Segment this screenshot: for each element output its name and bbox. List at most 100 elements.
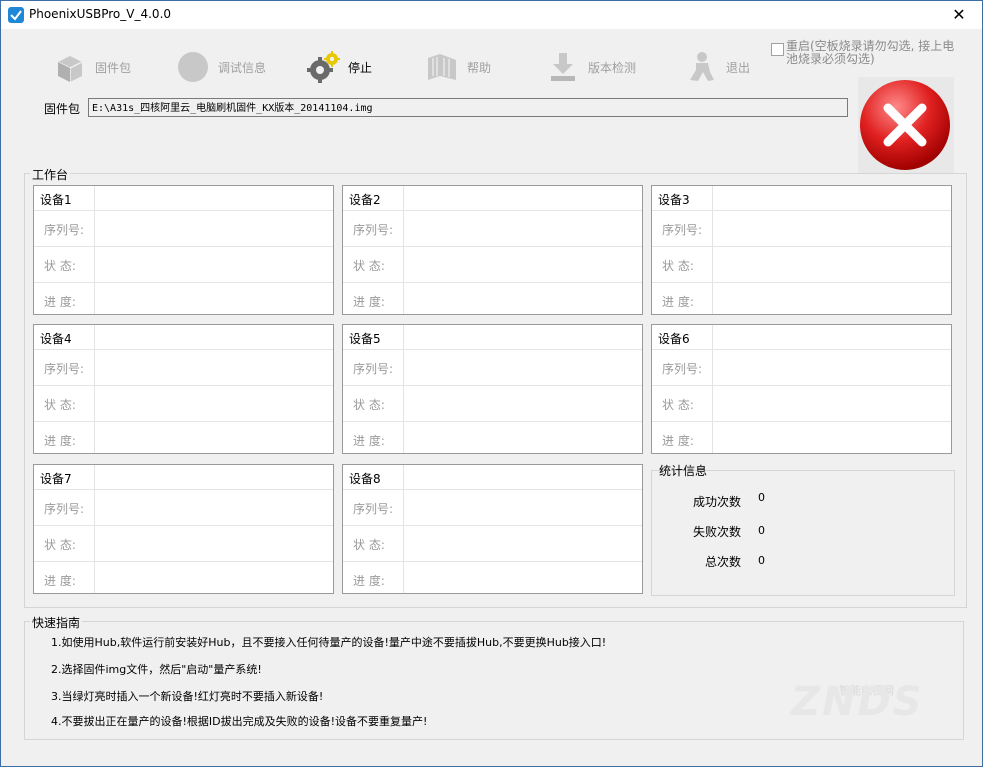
gears-icon xyxy=(306,50,340,84)
device-row-divider xyxy=(34,489,333,490)
device-row-divider xyxy=(343,246,642,247)
device-column-divider xyxy=(94,465,95,593)
device-status-label: 状 态: xyxy=(353,398,385,412)
stats-title: 统计信息 xyxy=(659,464,708,478)
device-panel-5: 设备5 序列号: 状 态: 进 度: xyxy=(342,324,643,454)
device-progress-label: 进 度: xyxy=(353,434,385,448)
workbench-title: 工作台 xyxy=(30,166,71,183)
device-serial-label: 序列号: xyxy=(662,223,703,237)
device-progress-label: 进 度: xyxy=(662,295,694,309)
device-title: 设备4 xyxy=(40,332,72,346)
device-status-label: 状 态: xyxy=(662,259,694,273)
device-panel-2: 设备2 序列号: 状 态: 进 度: xyxy=(342,185,643,315)
window-title: PhoenixUSBPro_V_4.0.0 xyxy=(29,7,172,21)
toolbar-version-button[interactable]: 版本检测 xyxy=(546,47,636,87)
device-column-divider xyxy=(403,465,404,593)
download-arrow-icon xyxy=(546,50,580,84)
book-icon xyxy=(425,50,459,84)
device-row-divider xyxy=(343,349,642,350)
toolbar-debug-label: 调试信息 xyxy=(218,60,267,75)
device-row-divider xyxy=(34,282,333,283)
person-icon xyxy=(684,50,718,84)
device-panel-3: 设备3 序列号: 状 态: 进 度: xyxy=(651,185,952,315)
app-icon xyxy=(8,7,24,23)
device-row-divider xyxy=(34,385,333,386)
device-column-divider xyxy=(94,325,95,453)
stat-success-label: 成功次数 xyxy=(692,495,741,509)
toolbar-firmware-label: 固件包 xyxy=(95,60,132,75)
toolbar-version-label: 版本检测 xyxy=(588,60,637,75)
app-window: PhoenixUSBPro_V_4.0.0 ✕ 固件包 调试信息 停止 帮助 版… xyxy=(0,0,983,767)
device-row-divider xyxy=(652,246,951,247)
reboot-checkbox-label: 重启(空板烧录请勿勾选, 接上电池烧录必须勾选) xyxy=(786,39,955,66)
firmware-label: 固件包 xyxy=(44,102,81,116)
device-row-divider xyxy=(34,561,333,562)
device-row-divider xyxy=(34,210,333,211)
device-column-divider xyxy=(94,186,95,314)
guide-item: 4.不要拔出正在量产的设备!根据ID拔出完成及失败的设备!设备不要重复量产! xyxy=(51,715,428,728)
stat-success-value: 0 xyxy=(758,491,765,504)
device-status-label: 状 态: xyxy=(44,398,76,412)
device-panel-7: 设备7 序列号: 状 态: 进 度: xyxy=(33,464,334,594)
device-serial-label: 序列号: xyxy=(44,502,85,516)
device-row-divider xyxy=(34,421,333,422)
device-row-divider xyxy=(343,561,642,562)
device-column-divider xyxy=(712,186,713,314)
device-panel-4: 设备4 序列号: 状 态: 进 度: xyxy=(33,324,334,454)
toolbar-stop-label: 停止 xyxy=(348,60,373,75)
device-status-label: 状 态: xyxy=(353,538,385,552)
reboot-checkbox[interactable] xyxy=(771,43,784,56)
device-column-divider xyxy=(403,186,404,314)
device-serial-label: 序列号: xyxy=(353,362,394,376)
stat-fail-value: 0 xyxy=(758,524,765,537)
toolbar-stop-button[interactable]: 停止 xyxy=(306,47,372,87)
guide-item: 3.当绿灯亮时插入一个新设备!红灯亮时不要插入新设备! xyxy=(51,690,324,703)
device-row-divider xyxy=(343,282,642,283)
window-close-button[interactable]: ✕ xyxy=(936,1,982,29)
device-title: 设备5 xyxy=(349,332,381,346)
stat-total-label: 总次数 xyxy=(704,555,741,569)
device-title: 设备8 xyxy=(349,472,381,486)
device-row-divider xyxy=(343,210,642,211)
big-stop-button[interactable] xyxy=(858,77,954,173)
red-x-stop-icon xyxy=(860,80,950,170)
device-status-label: 状 态: xyxy=(353,259,385,273)
toolbar-exit-label: 退出 xyxy=(726,60,751,75)
toolbar-firmware-button[interactable]: 固件包 xyxy=(53,47,131,87)
debug-circle-icon xyxy=(176,50,210,84)
device-panel-1: 设备1 序列号: 状 态: 进 度: xyxy=(33,185,334,315)
firmware-path-field[interactable]: E:\A31s_四核阿里云_电脑刷机固件_KX版本_20141104.img xyxy=(88,98,848,117)
device-progress-label: 进 度: xyxy=(353,295,385,309)
device-status-label: 状 态: xyxy=(44,538,76,552)
device-progress-label: 进 度: xyxy=(44,574,76,588)
device-status-label: 状 态: xyxy=(662,398,694,412)
device-serial-label: 序列号: xyxy=(353,502,394,516)
toolbar-help-label: 帮助 xyxy=(467,60,492,75)
device-column-divider xyxy=(712,325,713,453)
device-row-divider xyxy=(34,246,333,247)
device-status-label: 状 态: xyxy=(44,259,76,273)
device-row-divider xyxy=(343,525,642,526)
firmware-box-icon xyxy=(53,50,87,84)
device-row-divider xyxy=(343,385,642,386)
device-progress-label: 进 度: xyxy=(662,434,694,448)
device-row-divider xyxy=(343,421,642,422)
device-serial-label: 序列号: xyxy=(44,223,85,237)
guide-item: 1.如使用Hub,软件运行前安装好Hub，且不要接入任何待量产的设备!量产中途不… xyxy=(51,636,607,649)
device-row-divider xyxy=(652,421,951,422)
device-row-divider xyxy=(652,282,951,283)
znds-watermark: ZNDS xyxy=(791,679,924,725)
toolbar-exit-button[interactable]: 退出 xyxy=(684,47,750,87)
toolbar-help-button[interactable]: 帮助 xyxy=(425,47,491,87)
device-title: 设备6 xyxy=(658,332,690,346)
toolbar-debug-button[interactable]: 调试信息 xyxy=(176,47,266,87)
device-column-divider xyxy=(403,325,404,453)
device-serial-label: 序列号: xyxy=(353,223,394,237)
device-title: 设备1 xyxy=(40,193,72,207)
device-serial-label: 序列号: xyxy=(44,362,85,376)
device-title: 设备2 xyxy=(349,193,381,207)
guide-title: 快速指南 xyxy=(30,614,83,631)
device-title: 设备7 xyxy=(40,472,72,486)
device-progress-label: 进 度: xyxy=(44,295,76,309)
stat-fail-label: 失败次数 xyxy=(692,525,741,539)
